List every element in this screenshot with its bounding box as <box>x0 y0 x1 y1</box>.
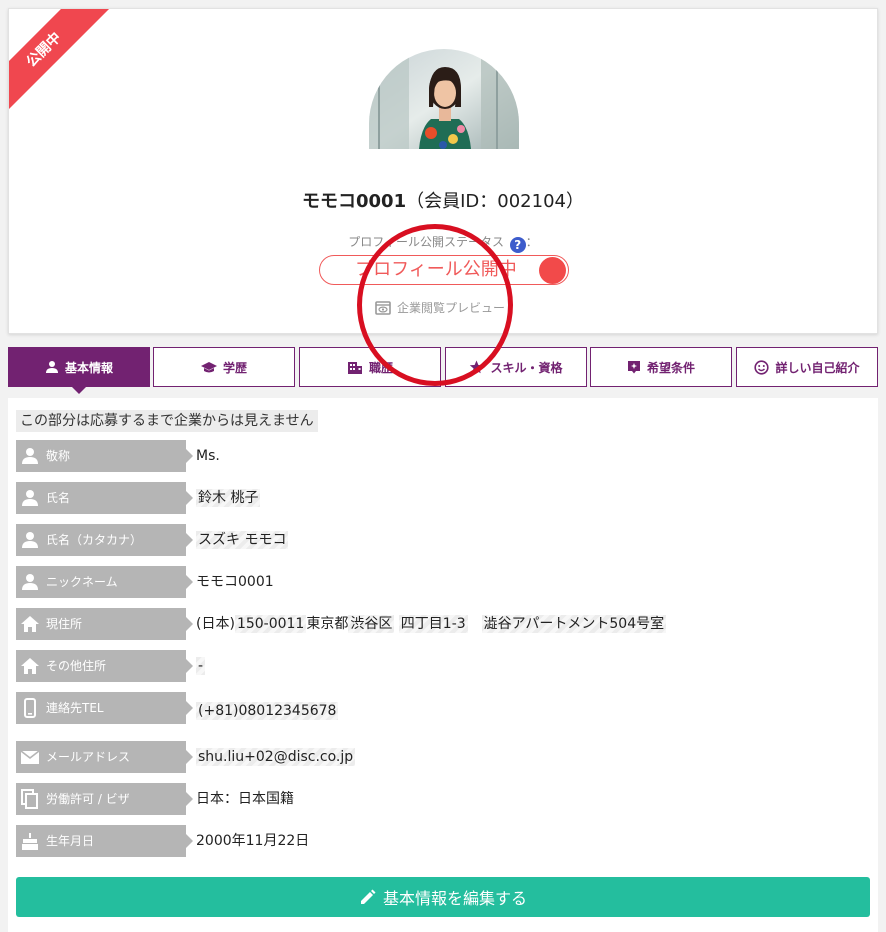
person-icon <box>22 574 38 590</box>
member-heading: モモコ0001（会員ID：002104） <box>9 187 877 213</box>
tab-label: 詳しい自己紹介 <box>775 360 860 375</box>
home-icon <box>21 658 39 674</box>
field-label: 氏名 <box>16 482 193 514</box>
preview-eye-icon <box>375 301 391 318</box>
field-label: 氏名（カタカナ） <box>16 524 193 556</box>
field-row-phone: 連絡先TEL (+81)08012345678 <box>16 692 866 724</box>
field-row-other-address: その他住所 - <box>16 650 866 682</box>
field-value: (日本) 150-0011 東京都 渋谷区 四丁目1-3 澁谷アパートメント504号室 <box>196 615 667 633</box>
status-pill-label: プロフィール公開中 <box>355 259 517 280</box>
copy-icon <box>21 789 38 809</box>
tab-label: 基本情報 <box>64 360 113 375</box>
graduation-cap-icon <box>200 362 217 373</box>
mail-icon <box>20 750 40 764</box>
tab-label: 学歴 <box>222 360 247 375</box>
field-value: shu.liu+02@disc.co.jp <box>196 748 356 766</box>
tab-preferences[interactable]: 希望条件 <box>590 347 732 387</box>
person-icon <box>22 490 38 506</box>
field-value: モモコ0001 <box>196 574 274 590</box>
company-preview-link[interactable]: 企業閲覧プレビュー <box>375 299 505 318</box>
phone-icon <box>24 698 36 718</box>
tab-skills[interactable]: スキル・資格 <box>445 347 587 387</box>
status-label-row: プロフィール公開ステータス ?： <box>9 233 877 253</box>
field-value: - <box>196 657 206 675</box>
tab-label: スキル・資格 <box>490 360 563 375</box>
field-value: スズキ モモコ <box>196 531 289 549</box>
field-value: 2000年11月22日 <box>196 833 310 849</box>
person-icon <box>22 532 38 548</box>
basic-info-panel: この部分は応募するまで企業からは見えません 敬称 Ms. 氏名 鈴木 桃子 氏名… <box>8 398 878 932</box>
pencil-icon <box>360 889 376 904</box>
field-value: Ms. <box>196 448 220 464</box>
field-row-nickname: ニックネーム モモコ0001 <box>16 566 866 598</box>
status-suffix: ： <box>525 235 538 249</box>
field-label: 敬称 <box>16 440 193 472</box>
field-label: ニックネーム <box>16 566 193 598</box>
profile-card: 公開中 モモコ0001（会員ID：002104） プロフィール公開ステータス ?… <box>8 8 878 334</box>
person-icon <box>22 448 38 464</box>
member-id: （会員ID：002104） <box>406 191 584 212</box>
field-row-email: メールアドレス shu.liu+02@disc.co.jp <box>16 741 866 773</box>
cake-icon <box>22 833 38 850</box>
tab-label: 職歴 <box>368 360 393 375</box>
tab-self-introduction[interactable]: 詳しい自己紹介 <box>736 347 878 387</box>
tab-basic-info[interactable]: 基本情報 <box>8 347 150 394</box>
field-value: 鈴木 桃子 <box>196 489 261 507</box>
sparkle-flag-icon <box>627 361 640 374</box>
profile-tabs: 基本情報 学歴 職歴 スキル・資格 希望条件 詳しい自己紹介 <box>8 347 878 394</box>
field-value: (+81)08012345678 <box>196 702 339 720</box>
field-row-title: 敬称 Ms. <box>16 440 866 472</box>
building-icon <box>347 362 362 374</box>
status-label: プロフィール公開ステータス <box>348 235 504 249</box>
private-notice: この部分は応募するまで企業からは見えません <box>16 410 318 432</box>
edit-basic-info-button[interactable]: 基本情報を編集する <box>16 877 870 917</box>
tab-label: 希望条件 <box>646 360 695 375</box>
published-ribbon: 公開中 <box>9 9 110 116</box>
field-label: 現住所 <box>16 608 193 640</box>
field-label: 労働許可 / ビザ <box>16 783 193 815</box>
edit-button-label: 基本情報を編集する <box>382 889 527 908</box>
field-label: メールアドレス <box>16 741 193 773</box>
field-label: その他住所 <box>16 650 193 682</box>
preview-label: 企業閲覧プレビュー <box>397 301 506 315</box>
tab-work-history[interactable]: 職歴 <box>299 347 441 387</box>
field-row-name: 氏名 鈴木 桃子 <box>16 482 866 514</box>
tab-education[interactable]: 学歴 <box>153 347 295 387</box>
field-label: 生年月日 <box>16 825 193 857</box>
person-icon <box>45 361 58 373</box>
field-value: 日本：日本国籍 <box>196 791 294 807</box>
publish-status-toggle[interactable]: プロフィール公開中 <box>319 255 569 285</box>
field-row-name-kana: 氏名（カタカナ） スズキ モモコ <box>16 524 866 556</box>
smile-icon <box>754 359 770 375</box>
avatar[interactable] <box>369 49 519 149</box>
home-icon <box>21 616 39 632</box>
toggle-knob[interactable] <box>539 257 566 284</box>
field-row-work-permit: 労働許可 / ビザ 日本：日本国籍 <box>16 783 866 815</box>
help-icon[interactable]: ? <box>509 237 526 253</box>
member-name: モモコ0001 <box>302 191 407 212</box>
field-label: 連絡先TEL <box>16 692 193 724</box>
field-row-birthdate: 生年月日 2000年11月22日 <box>16 825 866 857</box>
field-row-address: 現住所 (日本) 150-0011 東京都 渋谷区 四丁目1-3 澁谷アパートメント5… <box>16 608 866 640</box>
star-icon <box>470 360 484 374</box>
